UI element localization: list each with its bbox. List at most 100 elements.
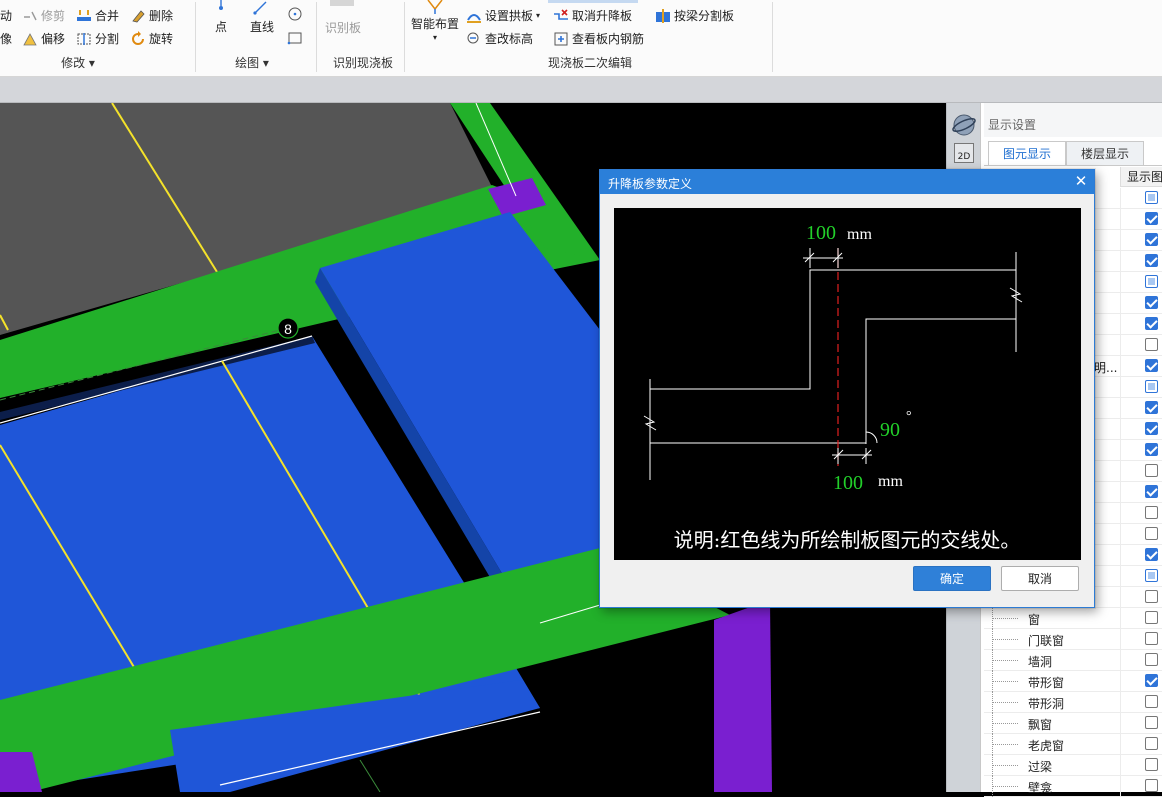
display-tree-row[interactable]: 窗 <box>984 608 1162 629</box>
display-tree-row[interactable]: 带形洞 <box>984 692 1162 713</box>
cancel-drop-slab-button[interactable]: 取消升降板 <box>553 7 632 24</box>
display-checkbox[interactable] <box>1145 401 1158 414</box>
display-checkbox[interactable] <box>1145 380 1158 393</box>
display-checkbox[interactable] <box>1145 275 1158 288</box>
display-checkbox[interactable] <box>1145 716 1158 729</box>
arch-icon <box>467 13 481 23</box>
modify-group-label[interactable]: 修改 ▾ <box>56 54 100 71</box>
rotate-label: 旋转 <box>149 32 174 46</box>
display-checkbox[interactable] <box>1145 695 1158 708</box>
drop-slab-diagram: 100 mm 100 mm 90 ° 说明:红色线为所绘制板图元的交线处。 <box>614 208 1081 560</box>
display-checkbox[interactable] <box>1145 443 1158 456</box>
display-checkbox[interactable] <box>1145 233 1158 246</box>
point-button[interactable]: 点 <box>213 0 229 35</box>
display-tree-row-label: 过梁 <box>1028 760 1053 774</box>
identify-slab-button[interactable]: 识别板 <box>325 19 361 36</box>
dialog-titlebar[interactable]: 升降板参数定义 ✕ <box>600 170 1094 194</box>
trim-button[interactable]: 修剪 <box>22 7 65 24</box>
close-icon[interactable]: ✕ <box>1072 172 1090 190</box>
display-tree-row[interactable]: 飘窗 <box>984 713 1162 734</box>
cancel-button[interactable]: 取消 <box>1001 566 1079 591</box>
identify-group-label: 识别现浇板 <box>332 56 393 70</box>
display-checkbox-cell <box>1120 482 1162 503</box>
display-tree-row[interactable]: 门联窗 <box>984 629 1162 650</box>
display-checkbox[interactable] <box>1145 779 1158 792</box>
display-tree-row[interactable]: 壁龛 <box>984 776 1162 797</box>
2d-view-button[interactable]: 2D <box>954 143 974 163</box>
smart-layout-button[interactable]: 智能布置 ▾ <box>411 0 459 42</box>
display-checkbox[interactable] <box>1145 569 1158 582</box>
display-tree-row[interactable]: 老虎窗 <box>984 734 1162 755</box>
display-checkbox[interactable] <box>1145 338 1158 351</box>
view-tab-bar <box>0 77 1162 103</box>
display-checkbox[interactable] <box>1145 737 1158 750</box>
offset-button[interactable]: 偏移 <box>22 30 65 47</box>
top-offset-value[interactable]: 100 <box>806 222 836 244</box>
tab-floor-display[interactable]: 楼层显示 <box>1066 141 1145 166</box>
display-checkbox[interactable] <box>1145 674 1158 687</box>
split-icon <box>77 32 91 45</box>
bottom-offset-unit: mm <box>878 473 903 490</box>
display-checkbox[interactable] <box>1145 548 1158 561</box>
display-checkbox-cell <box>1120 377 1162 398</box>
line-button[interactable]: 直线 <box>250 0 274 35</box>
display-checkbox[interactable] <box>1145 464 1158 477</box>
merge-label: 合并 <box>95 9 120 23</box>
display-checkbox[interactable] <box>1145 632 1158 645</box>
group-separator <box>316 2 317 72</box>
delete-button[interactable]: 删除 <box>130 7 173 24</box>
tree-branch-line <box>992 660 1018 662</box>
display-checkbox[interactable] <box>1145 296 1158 309</box>
split-by-beam-label: 按梁分割板 <box>674 9 735 23</box>
view-rebar-button[interactable]: 查看板内钢筋 <box>553 30 644 47</box>
display-checkbox[interactable] <box>1145 506 1158 519</box>
display-checkbox[interactable] <box>1145 191 1158 204</box>
ok-button[interactable]: 确定 <box>913 566 991 591</box>
display-checkbox[interactable] <box>1145 254 1158 267</box>
display-checkbox[interactable] <box>1145 758 1158 771</box>
display-checkbox-cell <box>1120 734 1162 755</box>
display-checkbox[interactable] <box>1145 611 1158 624</box>
display-checkbox[interactable] <box>1145 527 1158 540</box>
merge-button[interactable]: 合并 <box>76 7 119 24</box>
display-tree-row-label: 带形窗 <box>1028 676 1065 690</box>
smart-layout-label: 智能布置 <box>411 17 460 31</box>
tree-branch-line <box>992 639 1018 641</box>
point-icon <box>219 0 223 10</box>
split-button[interactable]: 分割 <box>76 30 119 47</box>
line-label: 直线 <box>250 20 275 34</box>
tree-branch-line <box>992 786 1018 788</box>
rectangle-draw-icon[interactable] <box>287 30 303 46</box>
rotate-button[interactable]: 旋转 <box>130 30 173 47</box>
column-right[interactable] <box>714 600 772 792</box>
display-tree-row[interactable]: 带形窗 <box>984 671 1162 692</box>
display-checkbox[interactable] <box>1145 590 1158 603</box>
drop-slab-parameter-dialog: 升降板参数定义 ✕ 100 mm 100 mm 90 ° 说明:红色线为所绘制板… <box>599 169 1095 608</box>
circle-draw-icon[interactable] <box>287 6 303 22</box>
angle-value[interactable]: 90 <box>880 419 900 441</box>
move-button[interactable]: 动 <box>0 7 12 24</box>
draw-group-label[interactable]: 绘图 ▾ <box>228 54 276 71</box>
offset-icon <box>23 32 37 45</box>
display-tree-row[interactable]: 过梁 <box>984 755 1162 776</box>
display-checkbox-cell <box>1120 776 1162 797</box>
display-checkbox[interactable] <box>1145 653 1158 666</box>
set-arch-button[interactable]: 设置拱板 ▾ <box>466 7 540 24</box>
group-separator <box>772 2 773 72</box>
check-elevation-button[interactable]: 查改标高 <box>466 30 533 47</box>
display-checkbox[interactable] <box>1145 359 1158 372</box>
display-checkbox[interactable] <box>1145 317 1158 330</box>
display-checkbox[interactable] <box>1145 485 1158 498</box>
dialog-title: 升降板参数定义 <box>608 177 693 191</box>
display-checkbox[interactable] <box>1145 422 1158 435</box>
split-by-beam-button[interactable]: 按梁分割板 <box>655 7 734 24</box>
display-checkbox[interactable] <box>1145 212 1158 225</box>
orbit-icon[interactable] <box>951 112 977 138</box>
bottom-offset-value[interactable]: 100 <box>833 472 863 494</box>
display-checkbox-cell <box>1120 629 1162 650</box>
display-checkbox-cell <box>1120 503 1162 524</box>
axis-marker[interactable]: 8 <box>277 317 299 339</box>
tab-element-display[interactable]: 图元显示 <box>988 141 1067 166</box>
display-tree-row[interactable]: 墙洞 <box>984 650 1162 671</box>
mirror-button[interactable]: 像 <box>0 30 12 47</box>
